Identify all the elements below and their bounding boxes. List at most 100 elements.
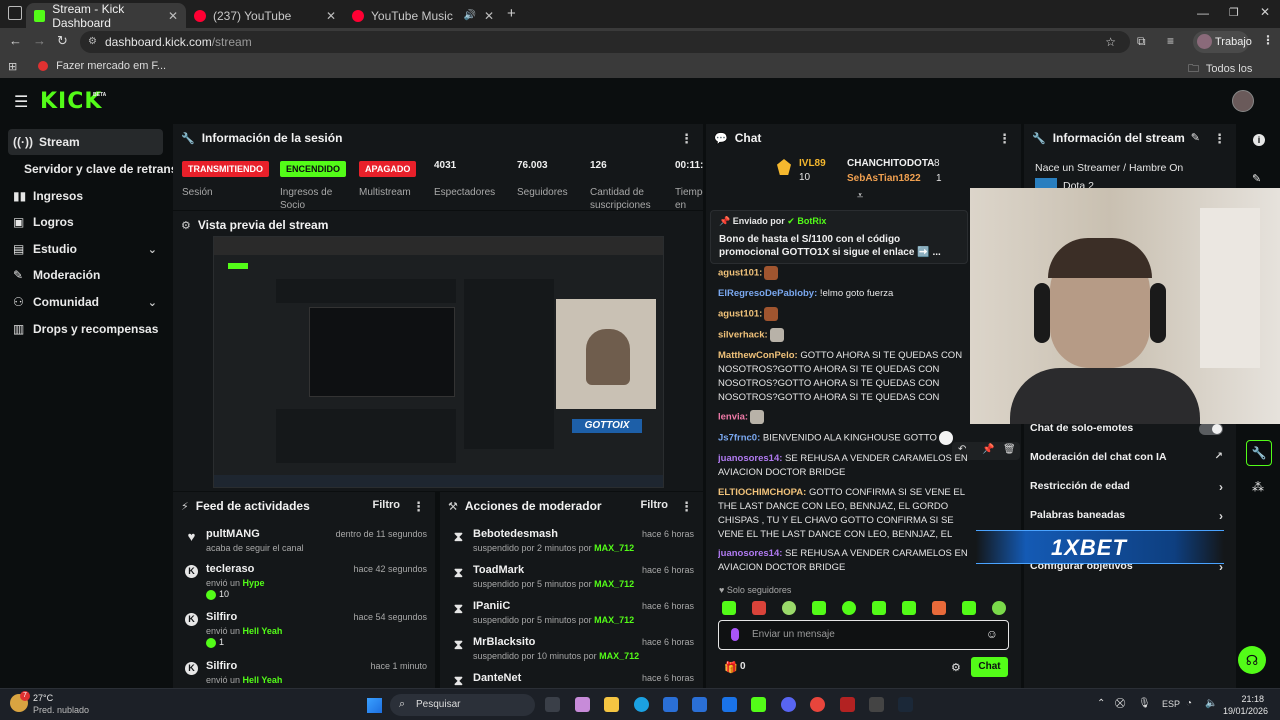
emote-button[interactable] [782,601,796,615]
mic-icon[interactable] [731,628,739,641]
bookmark-star-icon[interactable]: ☆ [1105,31,1116,53]
wrench-icon[interactable]: 🔧 [1246,440,1272,466]
ai-moderation-row[interactable]: Moderación del chat con IA ↗ [1030,451,1225,469]
top-gifter-name[interactable]: IVL89 [799,158,826,169]
task-view-icon[interactable] [545,697,560,712]
tab-kick-dashboard[interactable]: Stream - Kick Dashboard ✕ [26,2,186,30]
send-chat-button[interactable]: Chat [971,657,1008,677]
wrench-icon: 🔧 [181,132,195,145]
gifter-name[interactable]: CHANCHITODOTA [847,158,934,169]
info-icon[interactable]: i [1253,134,1265,146]
taskbar-search[interactable]: ⌕ Pesquisar [390,694,535,716]
gift-icon[interactable]: 🎁 [724,661,738,674]
more-options-icon[interactable]: ⋮ [1213,131,1226,147]
back-icon[interactable]: ← [9,33,22,48]
chat-input[interactable]: Enviar un mensaje ☺ [718,620,1009,650]
extensions-icon[interactable]: ⧉ [1137,34,1146,49]
sidebar-item-server-key[interactable]: Servidor y clave de retransmi [19,156,174,182]
chat-settings-icon[interactable]: ⚙ [951,661,961,674]
gifter-name[interactable]: SebAsTian1822 [847,173,921,184]
chrome-icon[interactable] [810,697,825,712]
tab-youtube-music[interactable]: YouTube Music 🔊 ✕ [344,3,502,28]
steam-icon[interactable] [898,697,913,712]
emote-only-toggle-row[interactable]: Chat de solo-emotes [1030,422,1225,440]
pin-message-icon[interactable]: 📌 [982,444,994,455]
sidebar-item-logros[interactable]: ▣ Logros [8,209,163,235]
edit-icon[interactable]: ✎ [1191,131,1200,144]
user-avatar[interactable] [1232,90,1254,112]
forward-icon[interactable]: → [33,33,46,48]
restore-icon[interactable]: ❐ [1229,6,1239,19]
apps-icon[interactable]: ⁂ [1252,480,1264,494]
tray-overflow-icon[interactable]: ⌃ [1097,698,1105,709]
more-options-icon[interactable]: ⋮ [680,499,693,515]
emote-button[interactable] [812,601,826,615]
more-options-icon[interactable]: ⋮ [680,131,693,147]
network-icon[interactable]: ⛒ [1115,698,1125,709]
clock-time[interactable]: 21:18 [1222,694,1264,704]
close-window-icon[interactable]: ✕ [1260,5,1270,19]
speaker-icon[interactable]: 🔊 [464,10,476,21]
help-headset-icon[interactable]: ☊ [1238,646,1266,674]
tab-search-icon[interactable] [8,6,22,20]
close-tab-icon[interactable]: ✕ [168,9,178,23]
volume-icon[interactable]: 🔈 [1205,698,1217,709]
mod-filter-button[interactable]: Filtro [641,499,669,511]
hamburger-menu-icon[interactable]: ☰ [14,92,28,112]
emote-button[interactable] [872,601,886,615]
collapse-icon[interactable]: ⩡ [857,190,863,203]
close-tab-icon[interactable]: ✕ [484,9,494,23]
windows-start-icon[interactable] [367,698,382,713]
word-icon[interactable] [722,697,737,712]
bookmark-fazer-mercado[interactable]: Fazer mercado em F... [38,60,166,72]
minimize-icon[interactable]: — [1197,6,1209,20]
delete-icon[interactable]: 🗑 [1003,444,1016,455]
emote-button[interactable] [962,601,976,615]
stream-preview-video[interactable]: GOTTOIX [213,236,664,488]
apps-grid-icon[interactable]: ⊞ [8,60,17,73]
file-explorer-icon[interactable] [604,697,619,712]
emote-button[interactable] [752,601,766,615]
sidebar-item-drops[interactable]: ▥ Drops y recompensas [8,316,163,342]
emote-button[interactable] [842,601,856,615]
outlook-icon[interactable] [692,697,707,712]
edit-icon[interactable]: ✎ [1252,172,1261,185]
site-info-icon[interactable]: ⚙ [88,31,97,53]
emote-button[interactable] [932,601,946,615]
sidebar-item-stream[interactable]: ((·)) Stream [8,129,163,155]
address-bar[interactable]: ⚙ dashboard.kick.com/stream ☆ [80,31,1130,53]
reading-list-icon[interactable]: ≡ [1167,34,1174,48]
obs-icon[interactable] [869,697,884,712]
emoji-icon[interactable]: ☺ [986,627,998,641]
banned-words-row[interactable]: Palabras baneadas › [1030,509,1225,527]
mic-tray-icon[interactable]: 🎙 [1138,698,1151,709]
emote-button[interactable] [992,601,1006,615]
more-options-icon[interactable]: ⋮ [998,131,1011,147]
sidebar-item-ingresos[interactable]: ▮▮ Ingresos [8,183,163,209]
emote-only-toggle[interactable] [1199,423,1223,435]
new-tab-icon[interactable]: + [507,5,516,22]
more-options-icon[interactable]: ⋮ [412,499,425,515]
sidebar-item-moderacion[interactable]: ✎ Moderación [8,262,163,288]
profile-button[interactable]: Trabajo [1193,31,1252,53]
edge-icon[interactable] [634,697,649,712]
emote-button[interactable] [902,601,916,615]
copilot-icon[interactable] [575,697,590,712]
discord-icon[interactable] [781,697,796,712]
chat-message: Js7frnc0: BIENVENIDO ALA KINGHOUSE GOTTO [718,431,973,446]
age-restriction-row[interactable]: Restricción de edad › [1030,480,1225,498]
feed-filter-button[interactable]: Filtro [373,499,401,511]
sidebar-item-comunidad[interactable]: ⚇ Comunidad ⌄ [8,289,163,315]
input-language[interactable]: ESP [1162,699,1180,709]
browser-menu-icon[interactable]: ⋮ [1262,33,1274,47]
emote-button[interactable] [722,601,736,615]
reload-icon[interactable]: ↻ [57,33,68,49]
kick-app-icon[interactable] [751,697,766,712]
clock-date[interactable]: 19/01/2026 [1220,706,1268,716]
close-tab-icon[interactable]: ✕ [326,9,336,23]
tab-youtube[interactable]: (237) YouTube ✕ [186,3,344,28]
sidebar-item-estudio[interactable]: ▤ Estudio ⌄ [8,236,163,262]
store-icon[interactable] [663,697,678,712]
wifi-icon[interactable]: ◔ [1186,698,1192,709]
dota-icon[interactable] [840,697,855,712]
